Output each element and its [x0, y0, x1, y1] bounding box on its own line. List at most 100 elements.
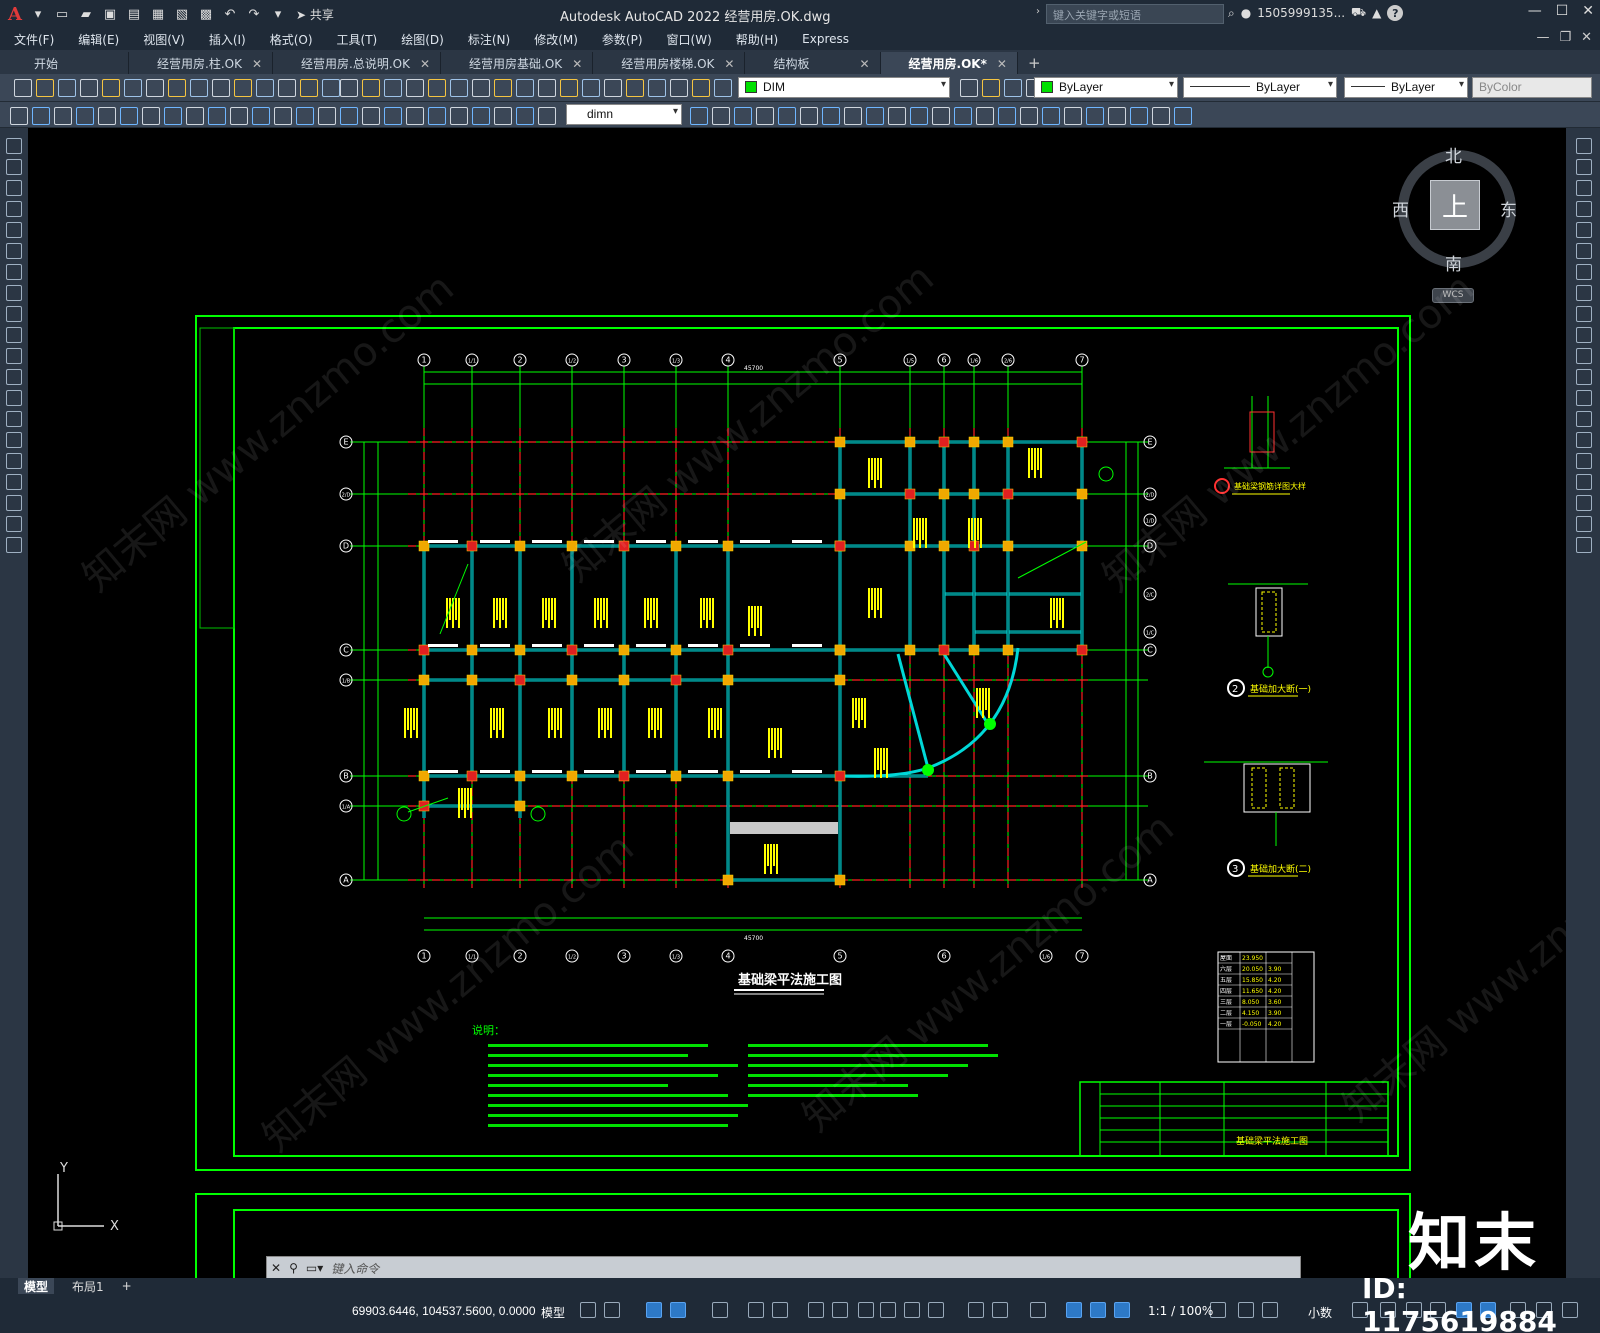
modify-tool-icon[interactable] [1576, 306, 1592, 322]
modify-tool-icon[interactable] [1576, 411, 1592, 427]
draw-tool-icon[interactable] [6, 474, 22, 490]
compass-east[interactable]: 东 [1500, 196, 1517, 221]
modify-tool-icon[interactable] [1576, 453, 1592, 469]
modify-tool-icon[interactable] [1576, 495, 1592, 511]
draw-tool-icon[interactable] [6, 201, 22, 217]
compass-north[interactable]: 北 [1445, 142, 1462, 167]
toolbar-tool-icon[interactable] [626, 79, 644, 97]
status-toggle-icon[interactable] [1066, 1302, 1082, 1318]
modify-tool-icon[interactable] [1576, 327, 1592, 343]
help-button[interactable]: ? [1387, 5, 1404, 21]
toolbar-tool-icon[interactable] [190, 79, 208, 97]
status-toggle-icon[interactable] [646, 1302, 662, 1318]
menu-draw[interactable]: 绘图(D) [401, 31, 444, 48]
dimension-tool-icon[interactable] [142, 107, 160, 125]
toolbar-tool-icon[interactable] [472, 79, 490, 97]
draw-tool-icon[interactable] [6, 138, 22, 154]
modify-tool-icon[interactable] [1576, 348, 1592, 364]
toolbar-tool-icon[interactable] [428, 79, 446, 97]
status-toggle-icon[interactable] [928, 1302, 944, 1318]
dimension-tool-icon[interactable] [1020, 107, 1038, 125]
menu-dimension[interactable]: 标注(N) [468, 31, 510, 48]
modify-tool-icon[interactable] [1576, 390, 1592, 406]
dimension-tool-icon[interactable] [1130, 107, 1148, 125]
draw-tool-icon[interactable] [6, 411, 22, 427]
status-toggle-icon[interactable] [748, 1302, 764, 1318]
menu-file[interactable]: 文件(F) [14, 31, 54, 48]
toolbar-tool-icon[interactable] [450, 79, 468, 97]
toolbar-tool-icon[interactable] [14, 79, 32, 97]
cart-icon[interactable]: ⛟ [1351, 5, 1366, 21]
search-expand-icon[interactable]: › [1036, 6, 1040, 17]
status-toggle-icon[interactable] [1090, 1302, 1106, 1318]
status-toggle-icon[interactable] [772, 1302, 788, 1318]
toolbar-tool-icon[interactable] [960, 79, 978, 97]
wcs-menu-button[interactable]: WCS [1432, 288, 1474, 303]
dimension-tool-icon[interactable] [186, 107, 204, 125]
doc-restore-icon[interactable]: ❐ [1559, 30, 1571, 45]
modify-tool-icon[interactable] [1576, 138, 1592, 154]
toolbar-tool-icon[interactable] [538, 79, 556, 97]
menu-view[interactable]: 视图(V) [143, 31, 185, 48]
modify-tool-icon[interactable] [1576, 201, 1592, 217]
dimension-tool-icon[interactable] [888, 107, 906, 125]
toolbar-tool-icon[interactable] [168, 79, 186, 97]
toolbar-tool-icon[interactable] [124, 79, 142, 97]
save-web-icon[interactable]: ▧ [172, 4, 192, 24]
plot-icon[interactable]: ▩ [196, 4, 216, 24]
layout-add-button[interactable]: + [122, 1279, 132, 1293]
menu-parametric[interactable]: 参数(P) [602, 31, 643, 48]
open-file-icon[interactable]: ▰ [76, 4, 96, 24]
cursor-coordinates[interactable]: 69903.6446, 104537.5600, 0.0000 [352, 1304, 536, 1318]
toolbar-tool-icon[interactable] [714, 79, 732, 97]
menu-format[interactable]: 格式(O) [270, 31, 313, 48]
status-toggle-icon[interactable] [670, 1302, 686, 1318]
toolbar-tool-icon[interactable] [648, 79, 666, 97]
dimension-tool-icon[interactable] [1108, 107, 1126, 125]
save-icon[interactable]: ▣ [100, 4, 120, 24]
doc-minimize-icon[interactable]: — [1536, 30, 1549, 45]
modify-tool-icon[interactable] [1576, 474, 1592, 490]
dimension-tool-icon[interactable] [976, 107, 994, 125]
new-file-icon[interactable]: ▭ [52, 4, 72, 24]
compass-south[interactable]: 南 [1445, 250, 1462, 275]
tab-close-icon[interactable]: ✕ [572, 57, 582, 71]
status-toggle-icon[interactable] [832, 1302, 848, 1318]
dimension-tool-icon[interactable] [384, 107, 402, 125]
dimension-tool-icon[interactable] [734, 107, 752, 125]
toolbar-tool-icon[interactable] [278, 79, 296, 97]
tab-close-icon[interactable]: ✕ [997, 57, 1007, 71]
toolbar-tool-icon[interactable] [560, 79, 578, 97]
tab-close-icon[interactable]: ✕ [724, 57, 734, 71]
dimension-tool-icon[interactable] [494, 107, 512, 125]
draw-tool-icon[interactable] [6, 327, 22, 343]
draw-tool-icon[interactable] [6, 516, 22, 532]
app-menu-button[interactable]: A [8, 4, 22, 25]
draw-tool-icon[interactable] [6, 369, 22, 385]
command-customize-icon[interactable]: ⚲ [289, 1261, 298, 1275]
dimension-tool-icon[interactable] [822, 107, 840, 125]
dimension-tool-icon[interactable] [208, 107, 226, 125]
status-toggle-icon[interactable] [1114, 1302, 1130, 1318]
new-tab-button[interactable]: + [1018, 52, 1051, 74]
draw-tool-icon[interactable] [6, 159, 22, 175]
menu-window[interactable]: 窗口(W) [667, 31, 712, 48]
draw-tool-icon[interactable] [6, 180, 22, 196]
undo-icon[interactable]: ↶ [220, 4, 240, 24]
dimension-tool-icon[interactable] [932, 107, 950, 125]
linetype-dropdown[interactable]: ByLayer ▾ [1183, 77, 1337, 98]
dimension-tool-icon[interactable] [712, 107, 730, 125]
draw-tool-icon[interactable] [6, 243, 22, 259]
menu-help[interactable]: 帮助(H) [736, 31, 778, 48]
dimension-tool-icon[interactable] [516, 107, 534, 125]
dimension-tool-icon[interactable] [1064, 107, 1082, 125]
tab-close-icon[interactable]: ✕ [859, 57, 869, 71]
command-line[interactable]: ✕ ⚲ ▭▾ 键入命令 [266, 1256, 1301, 1280]
viewcube-top-face[interactable]: 上 [1430, 180, 1480, 230]
drawing-canvas[interactable]: 45700 45700 1 1/1 2 1/2 3 1/3 4 5 1/5 6 1/6 2/6 7 1 1/1 2… [28, 128, 1566, 1278]
dimension-tool-icon[interactable] [98, 107, 116, 125]
menu-insert[interactable]: 插入(I) [209, 31, 246, 48]
dimension-tool-icon[interactable] [778, 107, 796, 125]
search-input[interactable]: 键入关键字或短语 [1046, 4, 1224, 24]
dimension-tool-icon[interactable] [1042, 107, 1060, 125]
